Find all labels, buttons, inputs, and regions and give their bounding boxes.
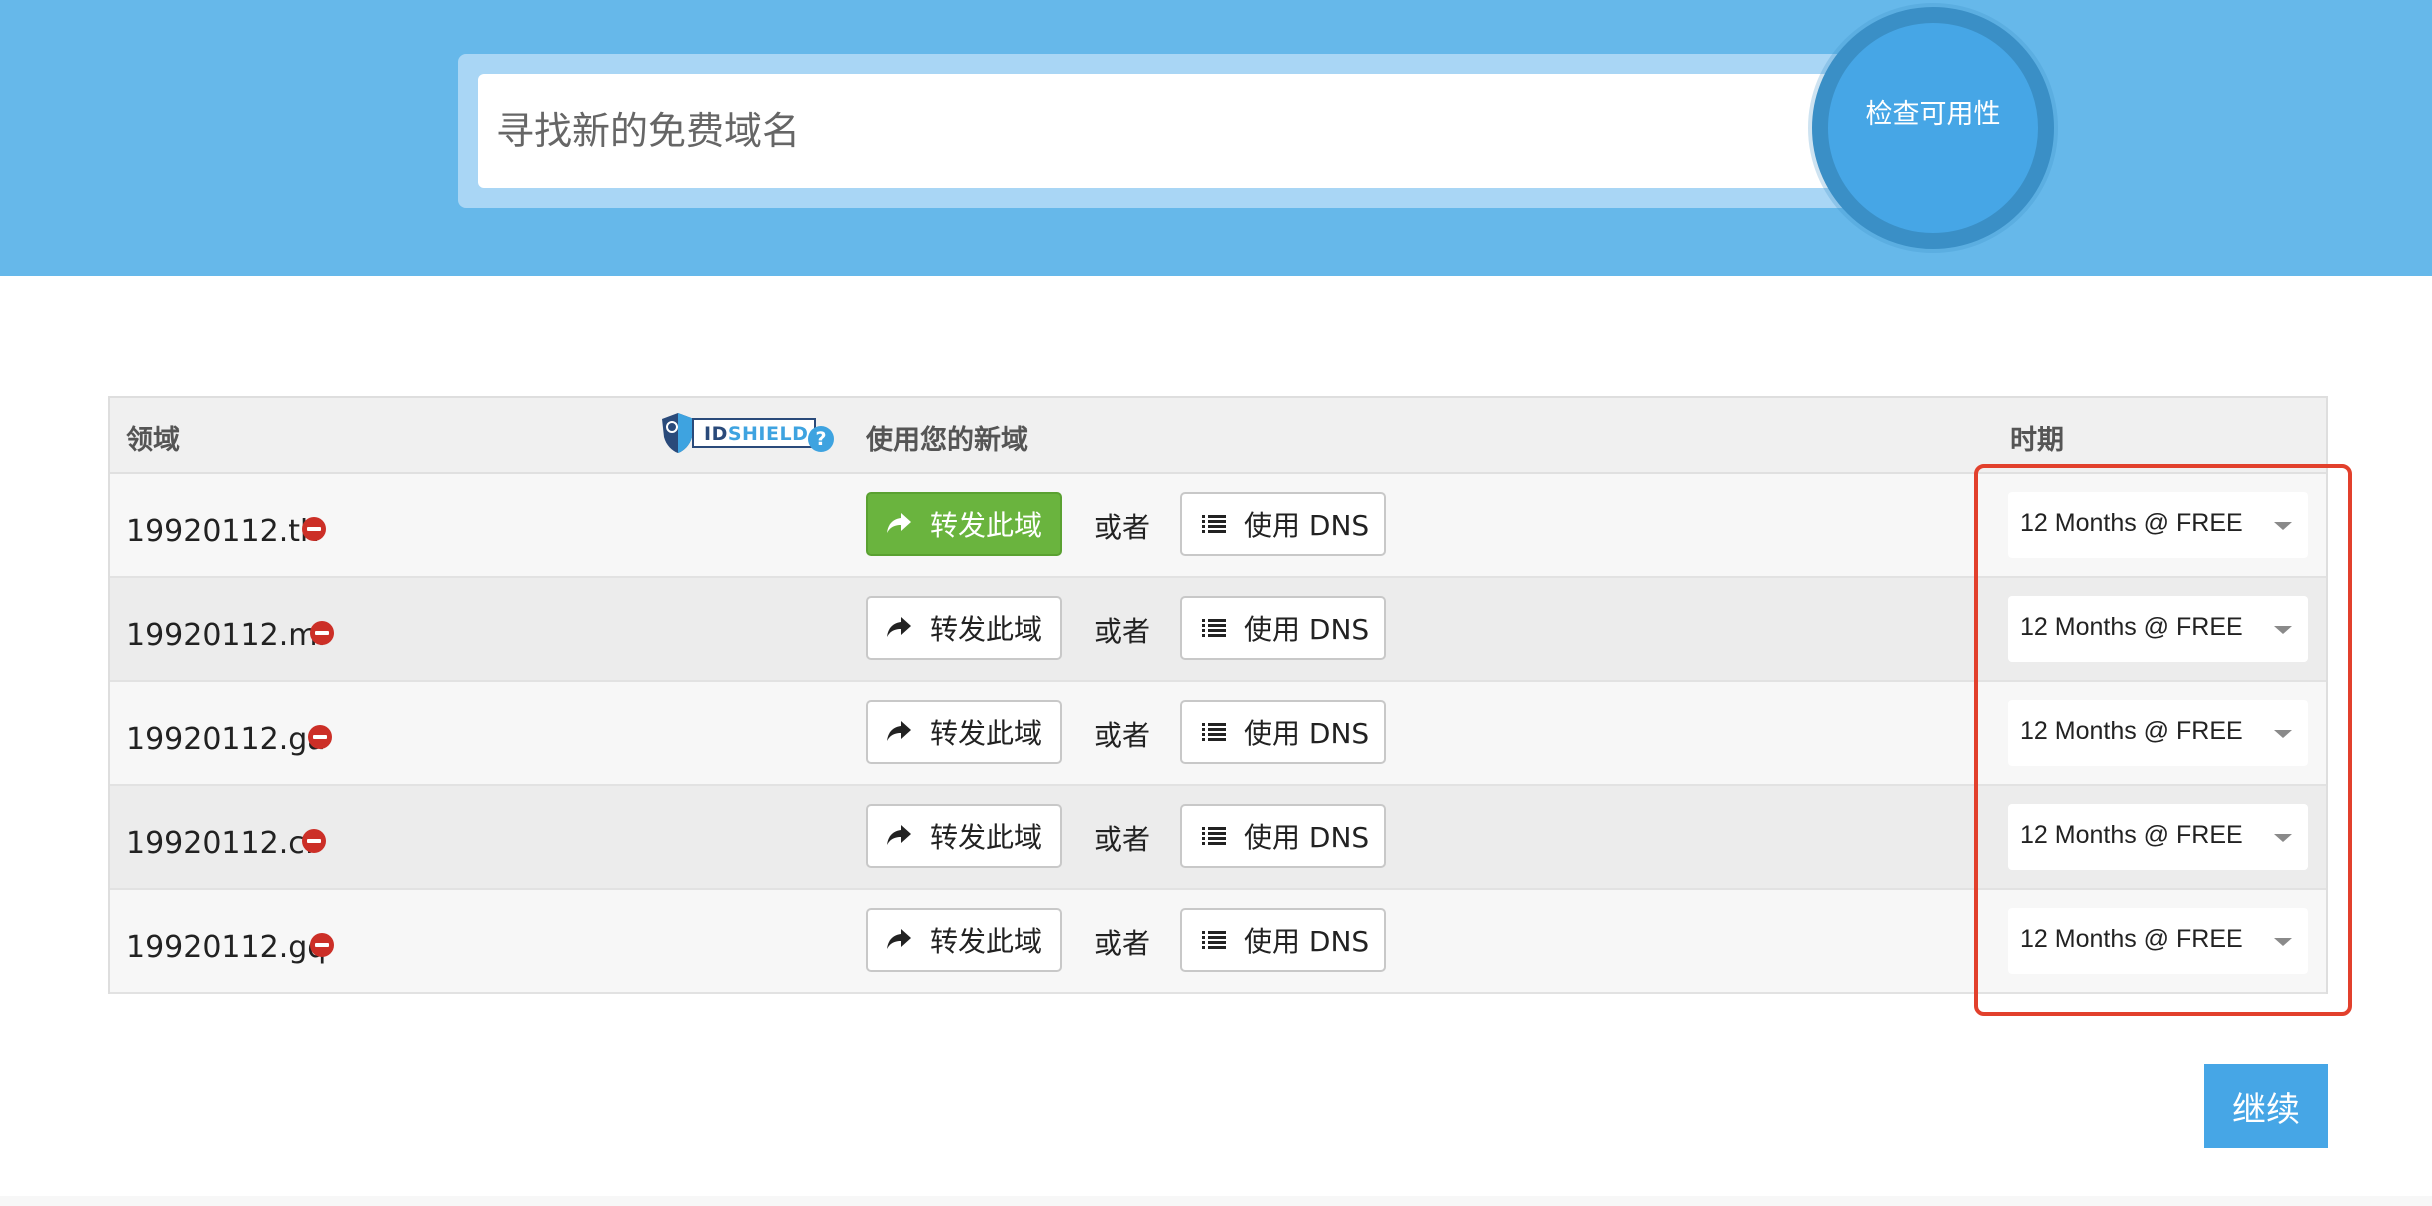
header-period: 时期 xyxy=(2010,425,2064,456)
period-select[interactable]: 12 Months @ FREE xyxy=(2008,804,2308,870)
table-row: 19920112.cf 转发此域 或者 使用 DNS 12 Months @ FREE xyxy=(110,786,2326,890)
forward-domain-label: 转发此域 xyxy=(930,509,1043,542)
or-text: 或者 xyxy=(1094,615,1151,648)
forward-domain-label: 转发此域 xyxy=(930,925,1043,958)
forward-arrow-icon xyxy=(886,924,912,957)
list-icon xyxy=(1202,820,1226,853)
domain-name: 19920112.ga xyxy=(126,722,326,757)
check-availability-button[interactable]: 检查可用性 xyxy=(1812,7,2054,249)
idshield-id-text: ID xyxy=(704,423,728,445)
idshield-wordmark: IDSHIELD xyxy=(692,418,817,448)
period-select[interactable]: 12 Months @ FREE xyxy=(2008,908,2308,974)
hero-banner: 检查可用性 xyxy=(0,0,2432,276)
chevron-down-icon xyxy=(2274,626,2292,634)
forward-domain-label: 转发此域 xyxy=(930,613,1043,646)
use-dns-button[interactable]: 使用 DNS xyxy=(1180,596,1386,660)
header-domain: 领域 xyxy=(126,425,180,456)
domain-name: 19920112.cf xyxy=(126,826,316,861)
domain-search-input[interactable] xyxy=(478,74,1858,188)
forward-domain-button[interactable]: 转发此域 xyxy=(866,700,1062,764)
period-select-value: 12 Months @ FREE xyxy=(2020,509,2243,537)
period-select-value: 12 Months @ FREE xyxy=(2020,925,2243,953)
use-dns-label: 使用 DNS xyxy=(1244,613,1370,646)
forward-arrow-icon xyxy=(886,612,912,645)
domain-table: 领域 IDSHIELD ? 使用您的新域 时期 19920112.tk 转发此域或… xyxy=(108,396,2328,994)
continue-button[interactable]: 继续 xyxy=(2204,1064,2328,1148)
list-icon xyxy=(1202,612,1226,645)
forward-arrow-icon xyxy=(886,716,912,749)
forward-domain-button[interactable]: 转发此域 xyxy=(866,596,1062,660)
table-header: 领域 IDSHIELD ? 使用您的新域 时期 xyxy=(110,398,2326,474)
domain-name: 19920112.ml xyxy=(126,618,326,653)
list-icon xyxy=(1202,508,1226,541)
table-row: 19920112.gq 转发此域 或者 使用 DNS 12 Months @ FREE xyxy=(110,890,2326,994)
period-select[interactable]: 12 Months @ FREE xyxy=(2008,700,2308,766)
use-dns-label: 使用 DNS xyxy=(1244,717,1370,750)
forward-domain-label: 转发此域 xyxy=(930,821,1043,854)
remove-domain-icon[interactable] xyxy=(302,829,326,853)
remove-domain-icon[interactable] xyxy=(302,517,326,541)
forward-arrow-icon xyxy=(886,820,912,853)
table-row: 19920112.tk 转发此域 或者 使用 DNS 12 Months @ FREE xyxy=(110,474,2326,578)
use-dns-button[interactable]: 使用 DNS xyxy=(1180,908,1386,972)
use-dns-label: 使用 DNS xyxy=(1244,509,1370,542)
idshield-logo: IDSHIELD xyxy=(658,412,817,454)
or-text: 或者 xyxy=(1094,719,1151,752)
or-text: 或者 xyxy=(1094,511,1151,544)
table-row: 19920112.ga 转发此域 或者 使用 DNS 12 Months @ FREE xyxy=(110,682,2326,786)
period-select-value: 12 Months @ FREE xyxy=(2020,717,2243,745)
forward-domain-button[interactable]: 转发此域 xyxy=(866,804,1062,868)
idshield-shield-text: SHIELD xyxy=(727,423,809,445)
header-use-domain: 使用您的新域 xyxy=(866,425,1028,456)
forward-domain-button[interactable]: 转发此域 xyxy=(866,908,1062,972)
remove-domain-icon[interactable] xyxy=(310,933,334,957)
remove-domain-icon[interactable] xyxy=(308,725,332,749)
period-select-value: 12 Months @ FREE xyxy=(2020,821,2243,849)
period-select[interactable]: 12 Months @ FREE xyxy=(2008,596,2308,662)
forward-domain-label: 转发此域 xyxy=(930,717,1043,750)
use-dns-button[interactable]: 使用 DNS xyxy=(1180,492,1386,556)
chevron-down-icon xyxy=(2274,730,2292,738)
footer-strip xyxy=(0,1196,2432,1206)
forward-domain-button[interactable]: 转发此域 xyxy=(866,492,1062,556)
forward-arrow-icon xyxy=(886,508,912,541)
help-icon[interactable]: ? xyxy=(808,426,834,452)
chevron-down-icon xyxy=(2274,834,2292,842)
domain-name: 19920112.tk xyxy=(126,514,318,549)
use-dns-label: 使用 DNS xyxy=(1244,821,1370,854)
use-dns-button[interactable]: 使用 DNS xyxy=(1180,700,1386,764)
remove-domain-icon[interactable] xyxy=(310,621,334,645)
chevron-down-icon xyxy=(2274,522,2292,530)
chevron-down-icon xyxy=(2274,938,2292,946)
period-select[interactable]: 12 Months @ FREE xyxy=(2008,492,2308,558)
period-select-value: 12 Months @ FREE xyxy=(2020,613,2243,641)
list-icon xyxy=(1202,716,1226,749)
list-icon xyxy=(1202,924,1226,957)
or-text: 或者 xyxy=(1094,823,1151,856)
table-row: 19920112.ml 转发此域 或者 使用 DNS 12 Months @ FREE xyxy=(110,578,2326,682)
domain-name: 19920112.gq xyxy=(126,930,327,965)
use-dns-button[interactable]: 使用 DNS xyxy=(1180,804,1386,868)
or-text: 或者 xyxy=(1094,927,1151,960)
use-dns-label: 使用 DNS xyxy=(1244,925,1370,958)
